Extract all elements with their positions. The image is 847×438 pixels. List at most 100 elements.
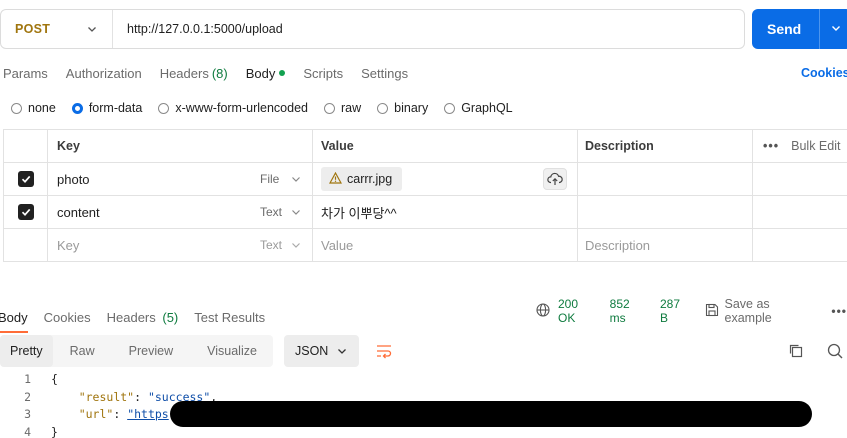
headers-count: (5) xyxy=(162,310,179,325)
more-options-icon[interactable]: ••• xyxy=(831,304,847,318)
search-icon[interactable] xyxy=(826,342,844,360)
wrap-lines-icon[interactable] xyxy=(371,338,397,364)
body-type-urlencoded[interactable]: x-www-form-urlencoded xyxy=(158,101,308,115)
key-cell[interactable]: content xyxy=(48,196,254,228)
code-text: { xyxy=(51,372,58,386)
status-code[interactable]: 200 OK xyxy=(558,297,598,325)
response-size[interactable]: 287 B xyxy=(660,297,691,325)
tab-label: Params xyxy=(3,65,48,81)
value-cell[interactable]: carrr.jpg xyxy=(313,163,578,195)
view-pretty[interactable]: Pretty xyxy=(0,335,53,367)
url-input[interactable] xyxy=(127,22,744,36)
tab-label: Body xyxy=(0,310,28,325)
tab-response-headers[interactable]: Headers (5) xyxy=(107,310,179,325)
radio-label: x-www-form-urlencoded xyxy=(175,101,308,115)
type-select[interactable]: Text xyxy=(254,229,313,261)
checkbox-checked-icon[interactable] xyxy=(17,171,34,187)
type-label: Text xyxy=(260,238,283,252)
tab-settings[interactable]: Settings xyxy=(361,66,408,81)
value-cell[interactable]: Value xyxy=(313,229,578,261)
body-type-graphql[interactable]: GraphQL xyxy=(444,101,513,115)
method-label: POST xyxy=(15,22,51,36)
tab-scripts[interactable]: Scripts xyxy=(303,66,343,81)
more-options-icon[interactable]: ••• xyxy=(763,139,779,153)
row-checkbox-cell xyxy=(3,163,48,195)
view-preview[interactable]: Preview xyxy=(112,335,190,367)
table-row: photo File carrr.jpg xyxy=(3,163,847,196)
radio-label: binary xyxy=(394,101,429,115)
tab-response-body[interactable]: Body xyxy=(0,310,28,333)
cookies-link[interactable]: Cookies xyxy=(801,66,847,80)
header-value: Value xyxy=(313,130,578,162)
checkbox-checked-icon[interactable] xyxy=(17,204,34,220)
save-label: Save as example xyxy=(724,297,772,325)
bulk-edit-link[interactable]: Bulk Edit xyxy=(791,139,840,153)
cloud-upload-icon[interactable] xyxy=(543,168,567,190)
description-cell[interactable] xyxy=(578,163,753,195)
code-text: } xyxy=(51,424,58,438)
tab-response-cookies[interactable]: Cookies xyxy=(44,310,91,325)
send-button[interactable]: Send xyxy=(752,9,847,49)
tab-label: Authorization xyxy=(65,65,142,81)
save-icon xyxy=(705,303,719,320)
radio-icon xyxy=(324,102,335,114)
description-cell[interactable] xyxy=(578,196,753,228)
tab-params[interactable]: Params xyxy=(3,66,48,81)
radio-label: form-data xyxy=(88,101,143,115)
table-row-empty: Key Text Value Description xyxy=(3,229,847,262)
tab-label: Headers xyxy=(159,65,209,81)
globe-icon[interactable] xyxy=(536,302,550,320)
line-number: 1 xyxy=(24,372,31,386)
radio-label: none xyxy=(28,101,56,115)
send-options-chevron-icon[interactable] xyxy=(830,22,842,34)
key-placeholder: Key xyxy=(57,237,80,253)
file-chip[interactable]: carrr.jpg xyxy=(321,167,403,191)
json-url-value[interactable]: "https xyxy=(127,407,169,421)
header-actions: ••• Bulk Edit xyxy=(753,130,847,162)
file-name: carrr.jpg xyxy=(347,172,393,186)
key-cell[interactable]: photo xyxy=(48,163,254,195)
format-select[interactable]: JSON xyxy=(284,335,359,367)
body-type-raw[interactable]: raw xyxy=(324,101,361,115)
radio-checked-icon xyxy=(71,102,83,114)
method-selector[interactable]: POST xyxy=(1,10,113,48)
description-cell[interactable]: Description xyxy=(578,229,753,261)
body-type-none[interactable]: none xyxy=(11,101,56,115)
view-raw[interactable]: Raw xyxy=(53,335,112,367)
view-visualize[interactable]: Visualize xyxy=(190,335,274,367)
radio-icon xyxy=(158,102,170,114)
response-time[interactable]: 852 ms xyxy=(610,297,648,325)
radio-icon xyxy=(11,102,22,114)
actions-cell xyxy=(753,229,847,261)
view-mode-group: Pretty Raw Preview Visualize xyxy=(0,335,273,367)
type-select[interactable]: File xyxy=(254,163,313,195)
body-type-form-data[interactable]: form-data xyxy=(71,101,143,115)
tab-label: Body xyxy=(245,65,276,81)
description-placeholder: Description xyxy=(585,237,651,253)
copy-icon[interactable] xyxy=(787,342,805,360)
body-active-dot xyxy=(279,70,286,76)
body-type-binary[interactable]: binary xyxy=(377,101,428,115)
type-label: Text xyxy=(260,205,283,219)
tab-authorization[interactable]: Authorization xyxy=(66,66,142,81)
save-as-example-button[interactable]: Save as example xyxy=(705,297,818,325)
chevron-down-icon xyxy=(86,23,98,35)
type-select[interactable]: Text xyxy=(254,196,313,228)
value-cell[interactable]: 차가 이뿌당^^ xyxy=(313,196,578,228)
send-divider xyxy=(819,9,820,49)
row-checkbox-cell xyxy=(3,196,48,228)
tab-test-results[interactable]: Test Results xyxy=(194,310,265,325)
form-data-table: Key Value Description ••• Bulk Edit phot… xyxy=(3,129,847,262)
actions-cell xyxy=(753,196,847,228)
table-row: content Text 차가 이뿌당^^ xyxy=(3,196,847,229)
format-label: JSON xyxy=(295,344,329,358)
tab-label: Test Results xyxy=(194,310,266,325)
tab-headers[interactable]: Headers (8) xyxy=(160,66,228,81)
line-number: 2 xyxy=(24,389,31,404)
actions-cell xyxy=(753,163,847,195)
chevron-down-icon xyxy=(290,173,302,185)
header-checkbox-cell xyxy=(3,130,48,162)
key-cell[interactable]: Key xyxy=(48,229,254,261)
send-label: Send xyxy=(767,21,802,37)
tab-body[interactable]: Body xyxy=(246,66,286,81)
